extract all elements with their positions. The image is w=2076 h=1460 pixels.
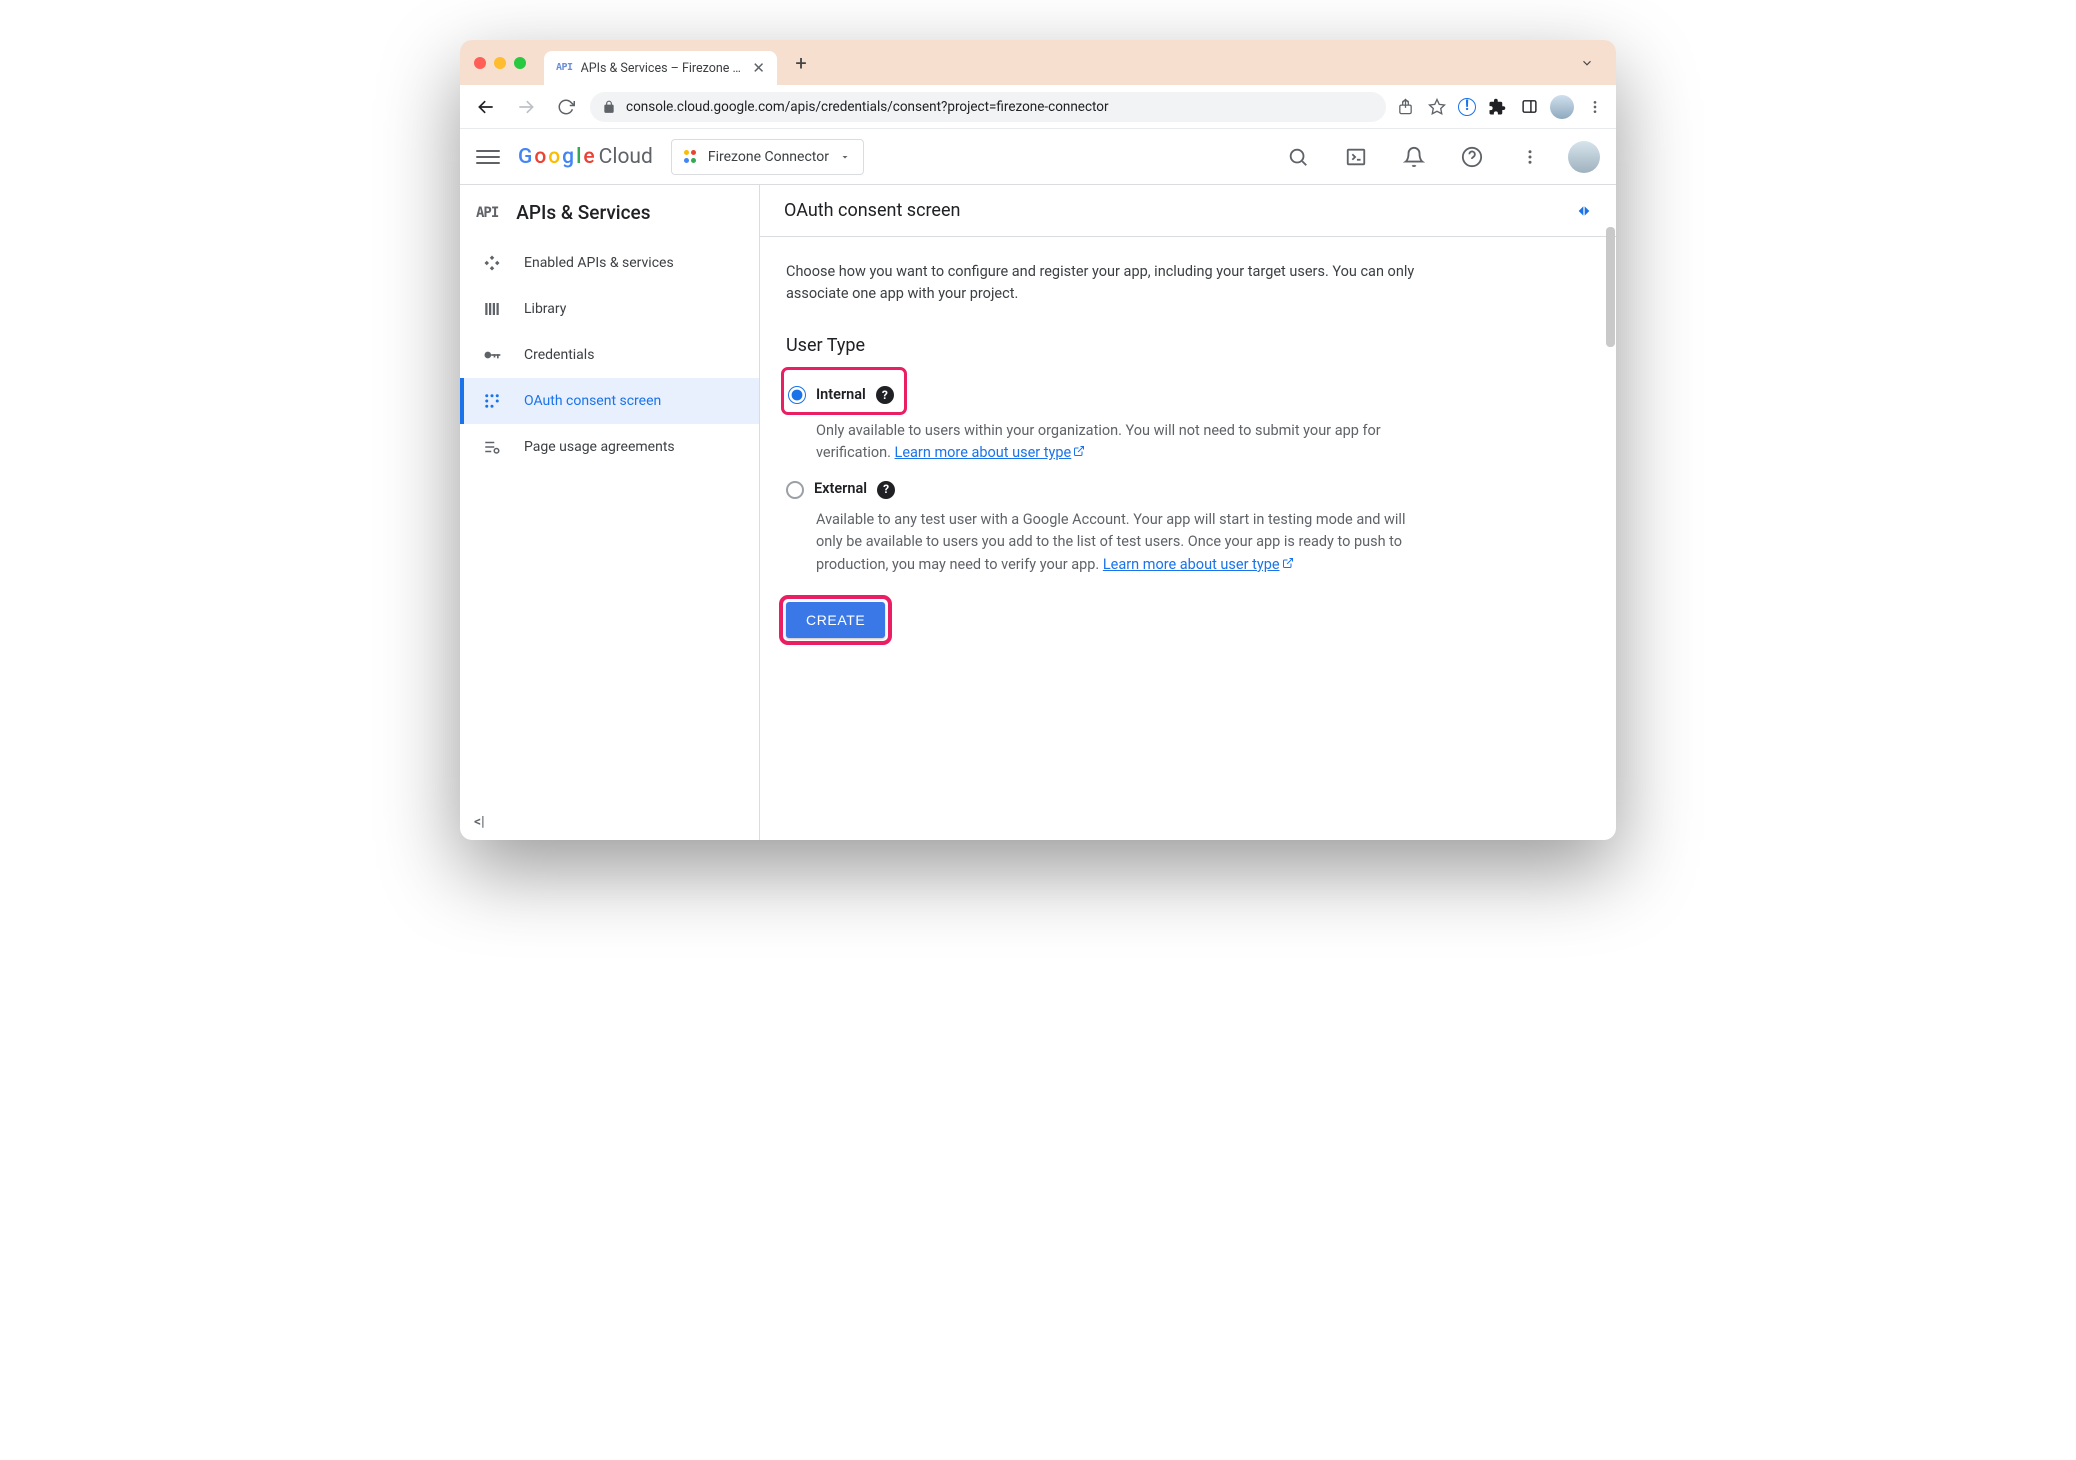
main-content: OAuth consent screen Choose how you want… xyxy=(760,185,1616,840)
window-controls xyxy=(474,57,526,69)
sidebar-item-library[interactable]: Library xyxy=(460,286,759,332)
learn-more-internal-link[interactable]: Learn more about user type xyxy=(895,444,1086,461)
external-link-icon xyxy=(1073,445,1085,457)
share-icon[interactable] xyxy=(1394,96,1416,118)
sidebar-item-label: Enabled APIs & services xyxy=(524,255,674,271)
radio-internal-label: Internal xyxy=(816,384,866,406)
new-tab-button[interactable]: + xyxy=(787,49,815,77)
sidebar-item-label: Page usage agreements xyxy=(524,439,675,455)
radio-external-label: External xyxy=(814,478,867,500)
help-external-icon[interactable]: ? xyxy=(877,481,895,499)
scrollbar-thumb[interactable] xyxy=(1606,227,1615,347)
tab-overflow-button[interactable] xyxy=(1572,52,1602,74)
toolbar-right: ! xyxy=(1394,95,1606,119)
extensions-icon[interactable] xyxy=(1486,96,1508,118)
console-header: Google Cloud Firezone Connector xyxy=(460,129,1616,185)
radio-internal[interactable] xyxy=(788,386,806,404)
lock-icon xyxy=(602,100,616,114)
address-bar[interactable]: console.cloud.google.com/apis/credential… xyxy=(590,92,1386,122)
nav-menu-button[interactable] xyxy=(476,145,500,169)
account-avatar[interactable] xyxy=(1568,141,1600,173)
window-close-button[interactable] xyxy=(474,57,486,69)
external-description: Available to any test user with a Google… xyxy=(816,509,1434,576)
notifications-icon[interactable] xyxy=(1394,137,1434,177)
console-body: API APIs & Services Enabled APIs & servi… xyxy=(460,185,1616,840)
list-gear-icon xyxy=(482,438,502,456)
tab-strip: API APIs & Services – Firezone Co ✕ + xyxy=(460,40,1616,85)
reload-button[interactable] xyxy=(550,91,582,123)
window-minimize-button[interactable] xyxy=(494,57,506,69)
browser-tab[interactable]: API APIs & Services – Firezone Co ✕ xyxy=(544,51,777,85)
consent-icon xyxy=(482,392,502,410)
panel-toggle-icon[interactable] xyxy=(1576,203,1592,219)
learn-more-external-link[interactable]: Learn more about user type xyxy=(1103,556,1294,573)
internal-description: Only available to users within your orga… xyxy=(816,420,1434,465)
external-link-icon xyxy=(1282,557,1294,569)
project-icon xyxy=(684,150,698,164)
help-icon[interactable] xyxy=(1452,137,1492,177)
diamond-icon xyxy=(482,254,502,272)
dropdown-icon xyxy=(839,151,851,163)
browser-menu-icon[interactable] xyxy=(1584,96,1606,118)
radio-external[interactable] xyxy=(786,481,804,499)
toolbar: console.cloud.google.com/apis/credential… xyxy=(460,85,1616,129)
console-menu-icon[interactable] xyxy=(1510,137,1550,177)
create-button[interactable]: CREATE xyxy=(786,602,885,638)
project-selector[interactable]: Firezone Connector xyxy=(671,139,864,175)
side-panel-icon[interactable] xyxy=(1518,96,1540,118)
forward-button xyxy=(510,91,542,123)
sidebar: API APIs & Services Enabled APIs & servi… xyxy=(460,185,760,840)
api-icon: API xyxy=(476,206,498,220)
sidebar-item-page-usage[interactable]: Page usage agreements xyxy=(460,424,759,470)
section-user-type-title: User Type xyxy=(786,332,1434,360)
sidebar-item-oauth-consent[interactable]: OAuth consent screen xyxy=(460,378,759,424)
section-title: API APIs & Services xyxy=(460,185,759,240)
content-header: OAuth consent screen xyxy=(760,185,1616,237)
sidebar-item-enabled-apis[interactable]: Enabled APIs & services xyxy=(460,240,759,286)
sidebar-item-label: Library xyxy=(524,301,566,317)
google-cloud-logo[interactable]: Google Cloud xyxy=(518,145,653,169)
library-icon xyxy=(482,300,502,318)
extension-onepassword-icon[interactable]: ! xyxy=(1458,98,1476,116)
url-text: console.cloud.google.com/apis/credential… xyxy=(626,99,1109,115)
intro-text: Choose how you want to configure and reg… xyxy=(786,261,1434,306)
page-title: OAuth consent screen xyxy=(784,200,960,221)
bookmark-star-icon[interactable] xyxy=(1426,96,1448,118)
window-maximize-button[interactable] xyxy=(514,57,526,69)
browser-window: API APIs & Services – Firezone Co ✕ + co… xyxy=(460,40,1616,840)
sidebar-item-credentials[interactable]: Credentials xyxy=(460,332,759,378)
search-icon[interactable] xyxy=(1278,137,1318,177)
project-name: Firezone Connector xyxy=(708,149,829,165)
profile-avatar[interactable] xyxy=(1550,95,1574,119)
help-internal-icon[interactable]: ? xyxy=(876,386,894,404)
back-button[interactable] xyxy=(470,91,502,123)
section-title-text: APIs & Services xyxy=(516,201,650,224)
tab-close-icon[interactable]: ✕ xyxy=(752,59,765,77)
tab-title: APIs & Services – Firezone Co xyxy=(581,61,745,76)
collapse-sidebar-button[interactable]: <| xyxy=(474,814,485,830)
sidebar-item-label: Credentials xyxy=(524,347,594,363)
sidebar-item-label: OAuth consent screen xyxy=(524,393,661,409)
cloud-shell-icon[interactable] xyxy=(1336,137,1376,177)
tab-favicon: API xyxy=(556,63,573,73)
key-icon xyxy=(482,345,502,365)
